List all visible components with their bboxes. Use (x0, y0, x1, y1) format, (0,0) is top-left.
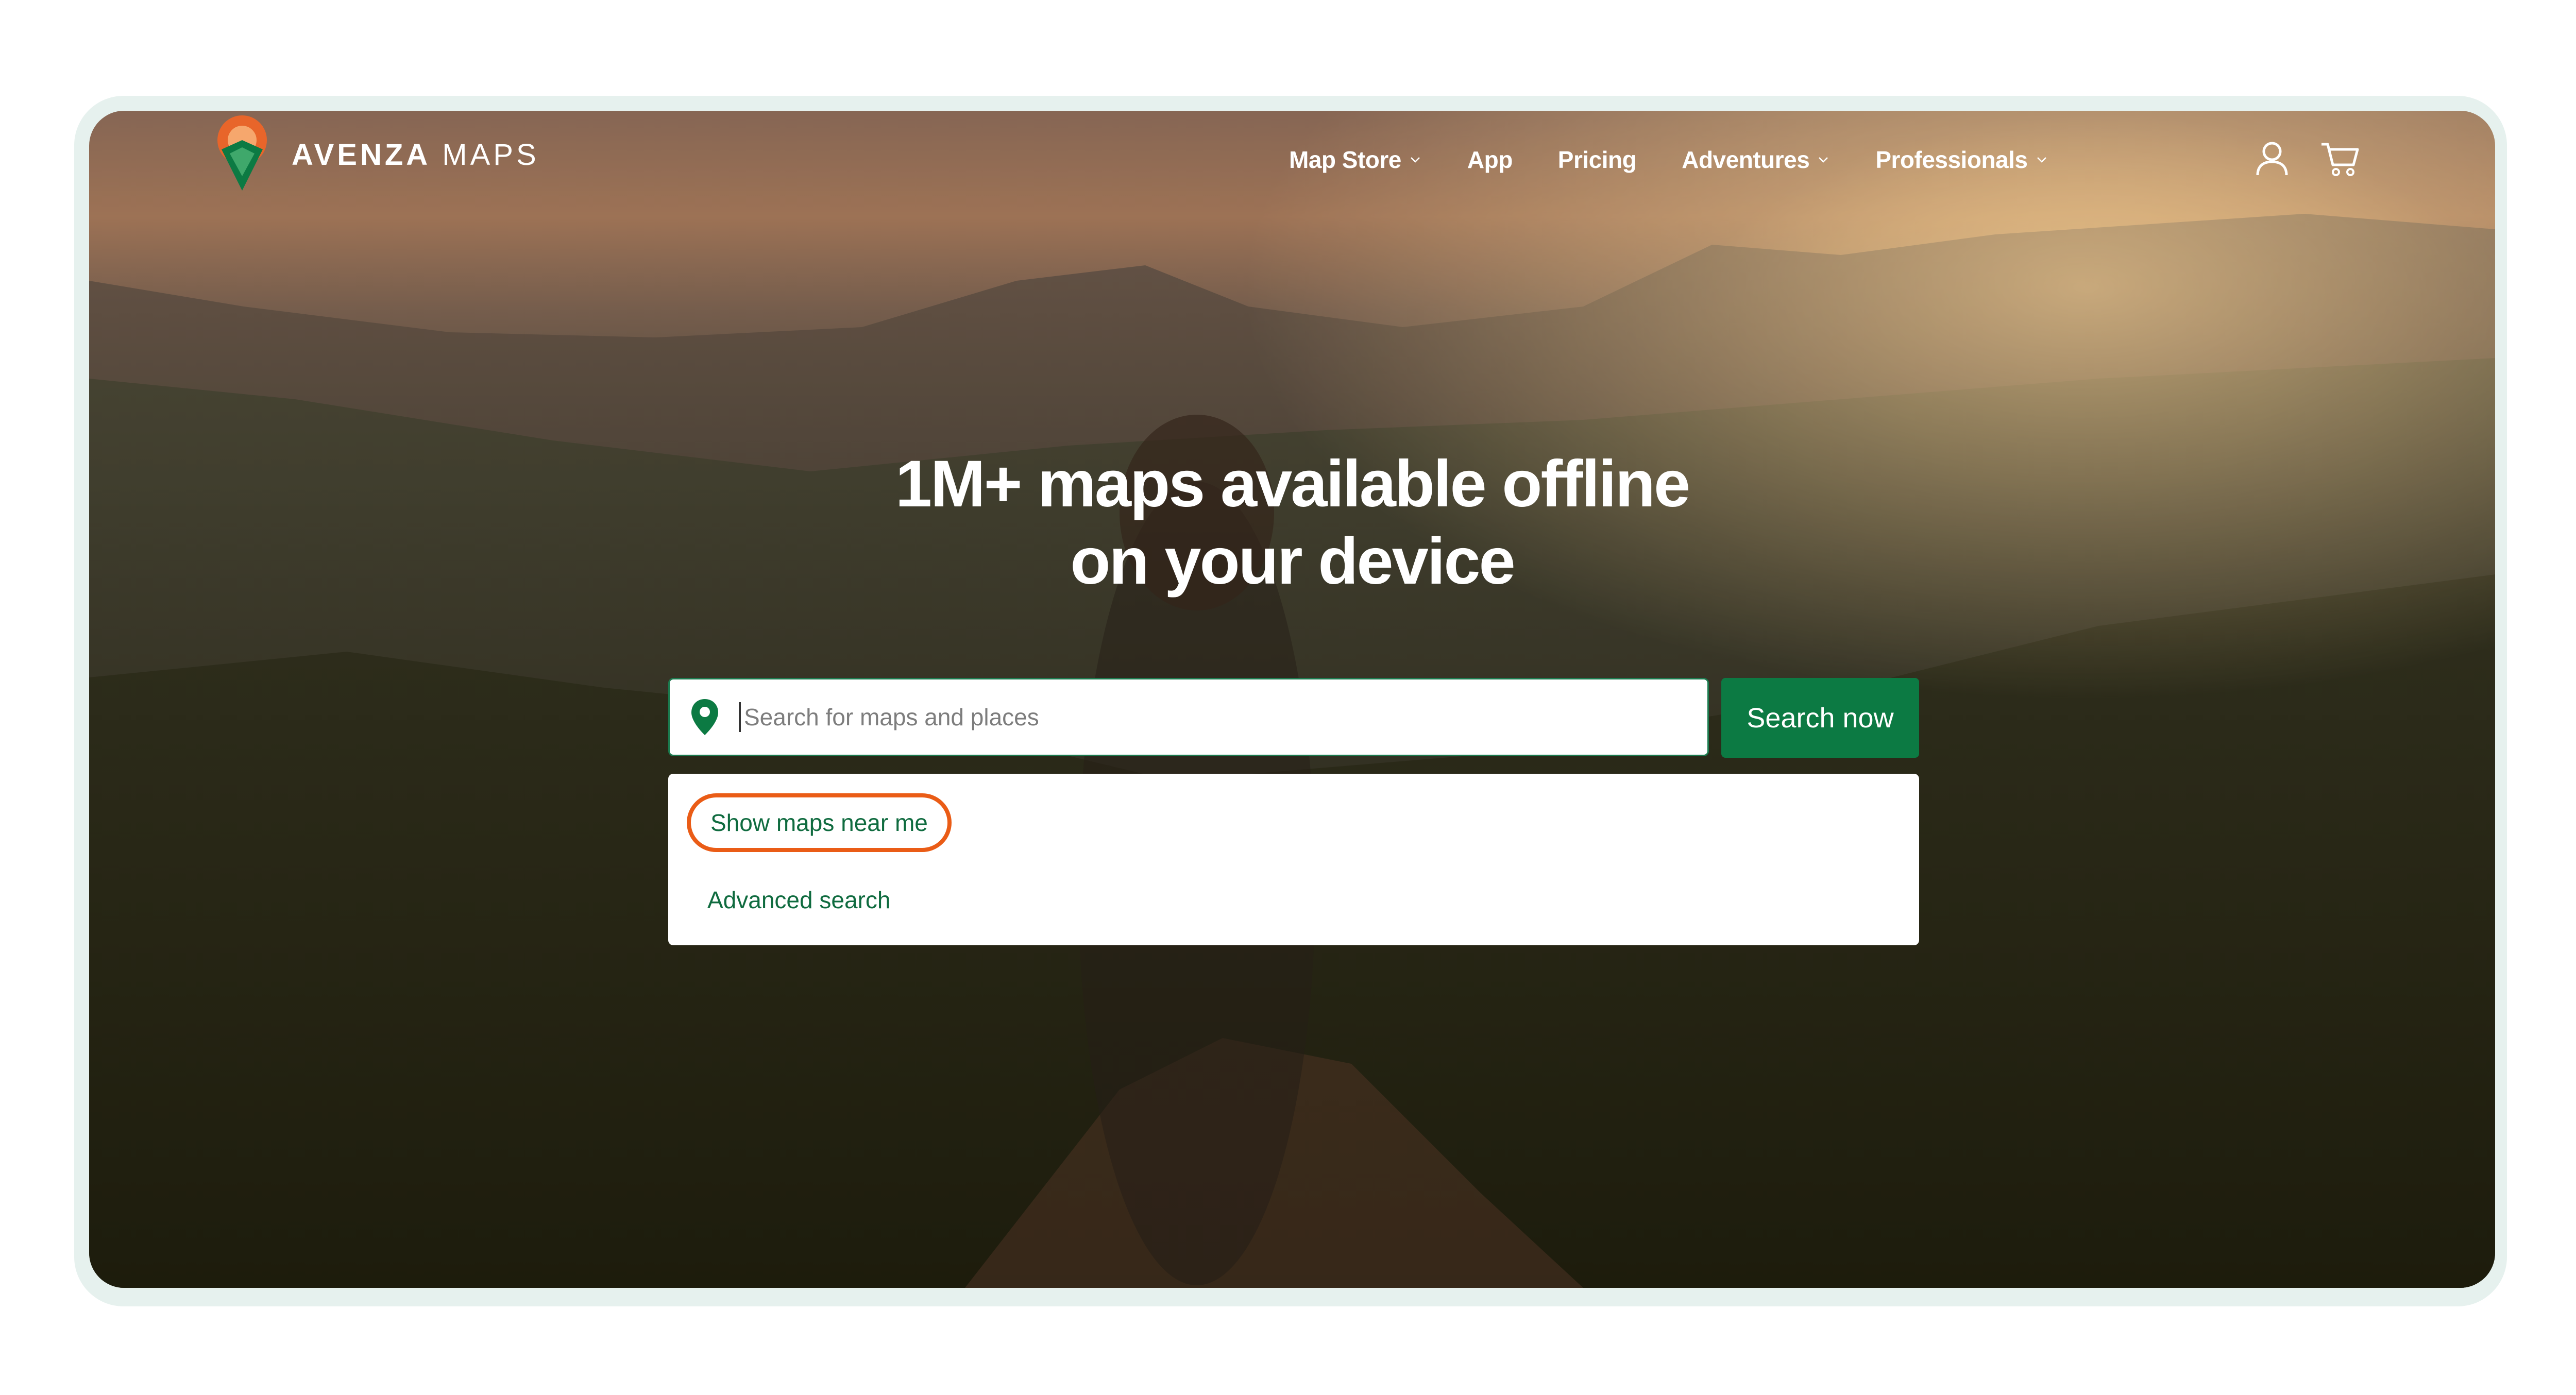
location-pin-icon (691, 699, 718, 735)
nav-item-label: Map Store (1289, 146, 1401, 173)
chevron-down-icon (1410, 157, 1420, 163)
advanced-search-link[interactable]: Advanced search (707, 886, 890, 914)
brand-name-bold: AVENZA (292, 138, 431, 172)
chevron-down-icon (2037, 157, 2046, 163)
chevron-down-icon (1819, 157, 1828, 163)
main-nav: Map Store App Pricing Adventures Profess… (1289, 137, 2048, 183)
cart-icon[interactable] (2319, 138, 2361, 179)
search-input[interactable] (743, 703, 1662, 731)
nav-item-pricing[interactable]: Pricing (1557, 146, 1637, 174)
search-box[interactable] (668, 678, 1709, 756)
nav-item-label: Professionals (1875, 146, 2028, 173)
avenza-logo-icon (217, 115, 267, 191)
user-icon[interactable] (2251, 138, 2293, 179)
nav-icons (2251, 138, 2361, 179)
show-maps-near-me-link[interactable]: Show maps near me (687, 793, 952, 852)
nav-item-professionals[interactable]: Professionals (1875, 146, 2048, 174)
nav-item-map-store[interactable]: Map Store (1289, 146, 1422, 174)
hero-headline: 1M+ maps available offline on your devic… (89, 446, 2495, 600)
search-suggestions-dropdown: Show maps near me Advanced search (668, 774, 1919, 945)
headline-line-1: 1M+ maps available offline (895, 447, 1690, 521)
nav-item-adventures[interactable]: Adventures (1682, 146, 1830, 174)
headline-line-2: on your device (1070, 524, 1515, 598)
nav-item-label: Pricing (1557, 146, 1637, 173)
text-caret (739, 702, 741, 732)
nav-item-label: Adventures (1682, 146, 1810, 173)
search-now-button[interactable]: Search now (1721, 678, 1919, 758)
avenza-logo[interactable]: AVENZA MAPS (211, 113, 539, 196)
nav-item-app[interactable]: App (1467, 146, 1513, 174)
nav-item-label: App (1467, 146, 1513, 173)
brand-name-light: MAPS (442, 138, 539, 172)
brand-name: AVENZA MAPS (292, 138, 539, 172)
